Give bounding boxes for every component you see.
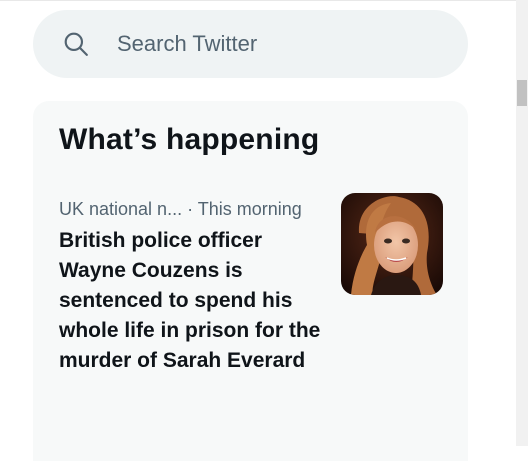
trend-headline: British police officer Wayne Couzens is … (59, 229, 321, 372)
search-input[interactable] (117, 10, 447, 78)
scrollbar-track[interactable] (516, 0, 528, 446)
trend-separator: · (187, 199, 194, 219)
scrollbar-thumb[interactable] (517, 80, 527, 106)
panel-title: What’s happening (59, 123, 320, 156)
top-divider (0, 0, 516, 1)
portrait-image (341, 193, 443, 295)
trend-category: UK national n... (59, 199, 183, 219)
trend-meta: UK national n... · This morning (59, 199, 302, 220)
trend-time: This morning (197, 199, 302, 219)
whats-happening-panel: What’s happening UK national n... · This… (33, 101, 468, 461)
trend-item[interactable]: UK national n... · This morning British … (33, 181, 468, 421)
search-bar[interactable] (33, 10, 468, 78)
search-icon (64, 32, 88, 56)
trend-thumbnail[interactable] (341, 193, 443, 295)
